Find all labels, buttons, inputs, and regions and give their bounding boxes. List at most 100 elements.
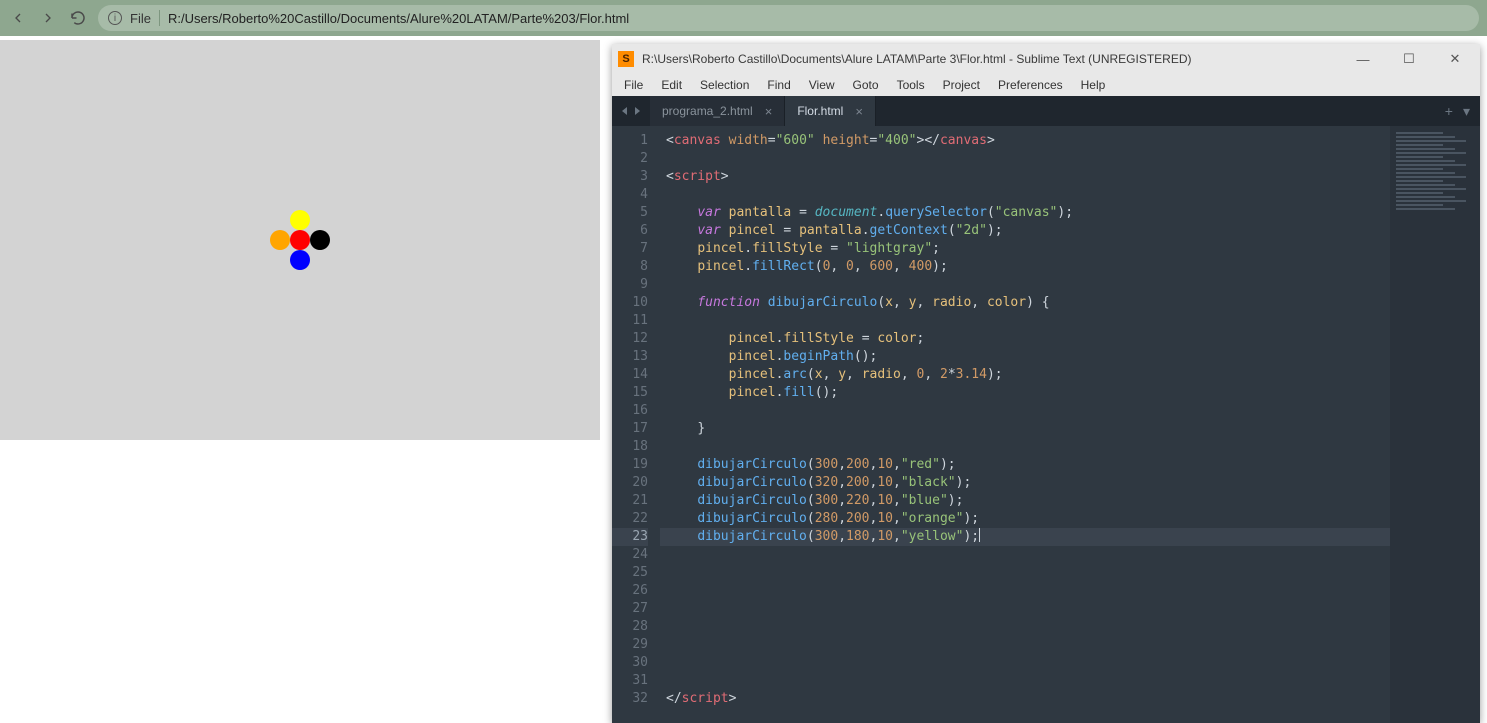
code-line[interactable]	[660, 618, 1390, 636]
code-line[interactable]: <script>	[660, 168, 1390, 186]
menu-file[interactable]: File	[616, 76, 651, 94]
window-titlebar[interactable]: S R:\Users\Roberto Castillo\Documents\Al…	[612, 44, 1480, 74]
line-number: 30	[612, 654, 648, 672]
code-line[interactable]: dibujarCirculo(280,200,10,"orange");	[660, 510, 1390, 528]
line-number: 24	[612, 546, 648, 564]
tab-overflow-button[interactable]: ▾	[1463, 103, 1470, 120]
code-line[interactable]: dibujarCirculo(300,200,10,"red");	[660, 456, 1390, 474]
code-line[interactable]	[660, 276, 1390, 294]
code-line[interactable]: dibujarCirculo(300,180,10,"yellow");	[660, 528, 1390, 546]
code-text[interactable]: <canvas width="600" height="400"></canva…	[660, 126, 1390, 723]
menu-find[interactable]: Find	[759, 76, 798, 94]
line-number: 31	[612, 672, 648, 690]
line-number: 15	[612, 384, 648, 402]
menubar: FileEditSelectionFindViewGotoToolsProjec…	[612, 74, 1480, 96]
line-number: 25	[612, 564, 648, 582]
line-number: 27	[612, 600, 648, 618]
reload-button[interactable]	[68, 9, 88, 27]
code-line[interactable]	[660, 546, 1390, 564]
code-line[interactable]: function dibujarCirculo(x, y, radio, col…	[660, 294, 1390, 312]
line-number: 7	[612, 240, 648, 258]
menu-goto[interactable]: Goto	[845, 76, 887, 94]
code-line[interactable]: <canvas width="600" height="400"></canva…	[660, 132, 1390, 150]
tab-next-icon	[632, 106, 642, 116]
tab-history-nav[interactable]	[612, 96, 650, 126]
code-line[interactable]: var pincel = pantalla.getContext("2d");	[660, 222, 1390, 240]
line-number: 10	[612, 294, 648, 312]
file-scheme-label: File	[130, 11, 151, 26]
minimize-button[interactable]: —	[1344, 45, 1382, 73]
code-line[interactable]: pincel.fill();	[660, 384, 1390, 402]
gutter: 1234567891011121314151617181920212223242…	[612, 126, 660, 723]
petal-blue	[290, 250, 310, 270]
close-tab-icon[interactable]: ×	[855, 104, 863, 119]
code-line[interactable]: }	[660, 420, 1390, 438]
petal-black	[310, 230, 330, 250]
petal-yellow	[290, 210, 310, 230]
code-line[interactable]	[660, 672, 1390, 690]
menu-view[interactable]: View	[801, 76, 843, 94]
line-number: 22	[612, 510, 648, 528]
line-number: 28	[612, 618, 648, 636]
code-area[interactable]: 1234567891011121314151617181920212223242…	[612, 126, 1480, 723]
code-line[interactable]	[660, 600, 1390, 618]
code-line[interactable]: pincel.fillRect(0, 0, 600, 400);	[660, 258, 1390, 276]
code-line[interactable]	[660, 438, 1390, 456]
line-number: 29	[612, 636, 648, 654]
tab-label: Flor.html	[797, 104, 843, 118]
close-window-button[interactable]: ✕	[1436, 45, 1474, 73]
new-tab-button[interactable]: +	[1445, 103, 1453, 119]
line-number: 18	[612, 438, 648, 456]
code-line[interactable]	[660, 582, 1390, 600]
sublime-window: S R:\Users\Roberto Castillo\Documents\Al…	[612, 44, 1480, 723]
tab-programa_2-html[interactable]: programa_2.html×	[650, 96, 785, 126]
url-text: R:/Users/Roberto%20Castillo/Documents/Al…	[168, 11, 629, 26]
close-tab-icon[interactable]: ×	[765, 104, 773, 119]
line-number: 9	[612, 276, 648, 294]
line-number: 2	[612, 150, 648, 168]
code-line[interactable]	[660, 564, 1390, 582]
code-line[interactable]: pincel.beginPath();	[660, 348, 1390, 366]
address-bar[interactable]: i File R:/Users/Roberto%20Castillo/Docum…	[98, 5, 1479, 31]
line-number: 17	[612, 420, 648, 438]
maximize-button[interactable]: ☐	[1390, 45, 1428, 73]
menu-edit[interactable]: Edit	[653, 76, 690, 94]
line-number: 5	[612, 204, 648, 222]
forward-button[interactable]	[38, 10, 58, 26]
menu-preferences[interactable]: Preferences	[990, 76, 1071, 94]
menu-selection[interactable]: Selection	[692, 76, 757, 94]
line-number: 8	[612, 258, 648, 276]
code-line[interactable]	[660, 312, 1390, 330]
code-line[interactable]: dibujarCirculo(300,220,10,"blue");	[660, 492, 1390, 510]
code-line[interactable]	[660, 636, 1390, 654]
petal-red	[290, 230, 310, 250]
line-number: 16	[612, 402, 648, 420]
minimap[interactable]	[1390, 126, 1480, 723]
back-button[interactable]	[8, 10, 28, 26]
line-number: 11	[612, 312, 648, 330]
line-number: 13	[612, 348, 648, 366]
code-line[interactable]: dibujarCirculo(320,200,10,"black");	[660, 474, 1390, 492]
code-line[interactable]: pincel.fillStyle = color;	[660, 330, 1390, 348]
site-info-icon[interactable]: i	[108, 11, 122, 25]
tab-strip: programa_2.html× Flor.html × + ▾	[612, 96, 1480, 126]
code-line[interactable]	[660, 654, 1390, 672]
line-number: 32	[612, 690, 648, 708]
code-line[interactable]	[660, 186, 1390, 204]
code-line[interactable]	[660, 150, 1390, 168]
window-title: R:\Users\Roberto Castillo\Documents\Alur…	[642, 52, 1336, 66]
code-line[interactable]: pincel.arc(x, y, radio, 0, 2*3.14);	[660, 366, 1390, 384]
code-line[interactable]: </script>	[660, 690, 1390, 708]
line-number: 26	[612, 582, 648, 600]
menu-help[interactable]: Help	[1073, 76, 1114, 94]
line-number: 23	[612, 528, 648, 546]
code-line[interactable]	[660, 402, 1390, 420]
browser-toolbar: i File R:/Users/Roberto%20Castillo/Docum…	[0, 0, 1487, 36]
line-number: 6	[612, 222, 648, 240]
line-number: 1	[612, 132, 648, 150]
code-line[interactable]: var pantalla = document.querySelector("c…	[660, 204, 1390, 222]
menu-tools[interactable]: Tools	[889, 76, 933, 94]
code-line[interactable]: pincel.fillStyle = "lightgray";	[660, 240, 1390, 258]
tab-flor-html[interactable]: Flor.html ×	[785, 96, 876, 126]
menu-project[interactable]: Project	[935, 76, 988, 94]
